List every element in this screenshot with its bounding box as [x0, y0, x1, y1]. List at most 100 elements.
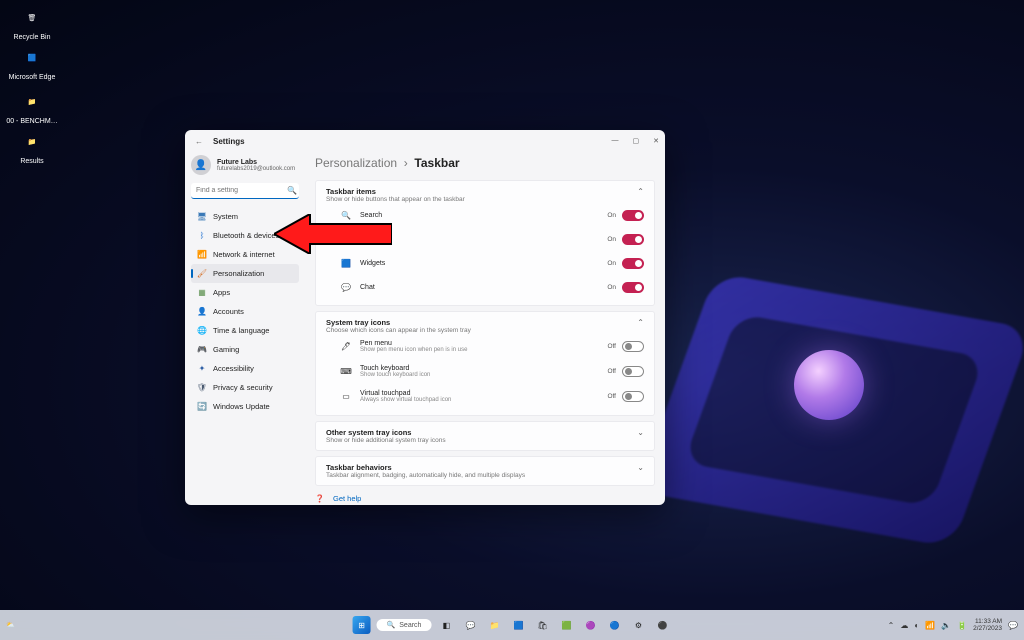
app-button-4[interactable]: ⚫ [653, 616, 671, 634]
setting-row: ▭ Virtual touchpad Always show virtual t… [326, 384, 644, 409]
chevron-up-icon: ⌃ [637, 187, 644, 196]
setting-row: ◧ On [326, 227, 644, 251]
desktop-icon[interactable]: 🟦 Microsoft Edge [2, 44, 62, 81]
taskbar-search[interactable]: 🔍 Search [377, 619, 432, 631]
sidebar-item-apps[interactable]: ▦ Apps [191, 283, 299, 302]
task-view-button[interactable]: ◧ [437, 616, 455, 634]
volume-icon[interactable]: 🔈 [941, 621, 951, 630]
nav-icon: 👤 [197, 307, 207, 317]
sidebar-item-label: Personalization [213, 269, 264, 278]
start-button[interactable]: ⊞ [353, 616, 371, 634]
desktop-icon[interactable]: 🗑 Recycle Bin [2, 4, 62, 41]
sidebar-item-gaming[interactable]: 🎮 Gaming [191, 340, 299, 359]
settings-button[interactable]: ⚙ [629, 616, 647, 634]
desktop-icon-glyph: 🟦 [18, 44, 46, 72]
desktop-icon-glyph: 📁 [18, 128, 46, 156]
edge-button[interactable]: 🟦 [509, 616, 527, 634]
tray-chevron-icon[interactable]: ⌃ [888, 621, 895, 630]
search-box[interactable]: 🔍 [191, 183, 299, 199]
sidebar-item-privacy-security[interactable]: 🛡 Privacy & security [191, 378, 299, 397]
sidebar-item-accessibility[interactable]: ✦ Accessibility [191, 359, 299, 378]
sidebar-item-label: Time & language [213, 326, 269, 335]
sidebar-item-network-internet[interactable]: 📶 Network & internet [191, 245, 299, 264]
sidebar-item-personalization[interactable]: 🖌 Personalization [191, 264, 299, 283]
store-button[interactable]: 🛍 [533, 616, 551, 634]
help-icon: ❓ [315, 494, 325, 503]
toggle-state: On [607, 236, 616, 243]
sidebar-item-label: System [213, 212, 238, 221]
battery-icon[interactable]: 🔋 [957, 621, 967, 630]
tray-app-icon[interactable]: ◐ [914, 621, 919, 630]
toggle[interactable] [622, 282, 644, 293]
breadcrumb: Personalization › Taskbar [315, 156, 655, 170]
sidebar-item-system[interactable]: 🖥 System [191, 207, 299, 226]
chevron-down-icon: ⌄ [637, 463, 644, 472]
breadcrumb-current: Taskbar [414, 156, 459, 170]
setting-row: ⌨ Touch keyboard Show touch keyboard ico… [326, 359, 644, 384]
minimize-button[interactable]: — [612, 137, 619, 145]
notifications-icon[interactable]: 💬 [1008, 621, 1018, 630]
row-label: Pen menu [360, 340, 467, 347]
chevron-down-icon: ⌄ [637, 428, 644, 437]
clock[interactable]: 11:33 AM 2/27/2023 [973, 618, 1002, 632]
row-icon: ◧ [340, 233, 352, 245]
app-button-2[interactable]: 🟣 [581, 616, 599, 634]
sidebar-item-accounts[interactable]: 👤 Accounts [191, 302, 299, 321]
sidebar-item-time-language[interactable]: 🌐 Time & language [191, 321, 299, 340]
row-icon: 🟦 [340, 257, 352, 269]
toggle-state: On [607, 284, 616, 291]
toggle[interactable] [622, 210, 644, 221]
sidebar-item-label: Network & internet [213, 250, 275, 259]
toggle[interactable] [622, 366, 644, 377]
setting-row: 🟦 Widgets On [326, 251, 644, 275]
row-sublabel: Always show virtual touchpad icon [360, 397, 451, 403]
account-email: futurelabs2019@outlook.com [217, 166, 295, 172]
chevron-up-icon: ⌃ [637, 318, 644, 327]
toggle[interactable] [622, 341, 644, 352]
search-input[interactable] [196, 187, 287, 194]
card-header[interactable]: Taskbar items Show or hide buttons that … [326, 187, 644, 203]
nav-icon: 🖥 [197, 212, 207, 222]
get-help-link[interactable]: ❓ Get help [315, 491, 655, 505]
chat-button[interactable]: 💬 [461, 616, 479, 634]
card-header[interactable]: System tray icons Choose which icons can… [326, 318, 644, 334]
nav-icon: ᛒ [197, 231, 207, 241]
card-taskbar-items: Taskbar items Show or hide buttons that … [315, 180, 655, 306]
row-icon: 🔍 [340, 209, 352, 221]
sidebar-item-label: Gaming [213, 345, 239, 354]
system-tray[interactable]: ⌃ ☁ ◐ 📶 🔈 🔋 11:33 AM 2/27/2023 💬 [888, 618, 1024, 632]
app-button-3[interactable]: 🔵 [605, 616, 623, 634]
toggle[interactable] [622, 234, 644, 245]
sidebar-item-bluetooth-devices[interactable]: ᛒ Bluetooth & devices [191, 226, 299, 245]
breadcrumb-parent[interactable]: Personalization › [315, 156, 411, 170]
back-button[interactable]: ← [191, 137, 207, 146]
maximize-button[interactable]: ▢ [633, 137, 640, 145]
sidebar-item-windows-update[interactable]: 🔄 Windows Update [191, 397, 299, 416]
app-button-1[interactable]: 🟩 [557, 616, 575, 634]
nav-icon: 🎮 [197, 345, 207, 355]
desktop-icon[interactable]: 📁 00 - BENCHM… [2, 88, 62, 125]
desktop-icon[interactable]: 📁 Results [2, 128, 62, 165]
setting-row: 🔍 Search On [326, 203, 644, 227]
main-pane: Personalization › Taskbar Taskbar items … [305, 152, 665, 505]
explorer-button[interactable]: 📁 [485, 616, 503, 634]
card-behaviors[interactable]: Taskbar behaviors Taskbar alignment, bad… [315, 456, 655, 486]
row-icon: ▭ [340, 391, 352, 403]
account-name: Future Labs [217, 159, 295, 166]
row-label: Chat [360, 284, 375, 291]
weather-widget[interactable]: ⛅ [6, 621, 15, 629]
search-icon: 🔍 [287, 186, 297, 195]
toggle[interactable] [622, 258, 644, 269]
card-other-tray[interactable]: Other system tray icons Show or hide add… [315, 421, 655, 451]
onedrive-icon[interactable]: ☁ [900, 621, 908, 630]
wallpaper-orb [794, 350, 864, 420]
close-button[interactable]: ✕ [653, 137, 659, 145]
toggle[interactable] [622, 391, 644, 402]
toggle-state: Off [607, 393, 616, 400]
desktop-icon-label: Recycle Bin [2, 34, 62, 41]
desktop-icon-label: 00 - BENCHM… [2, 118, 62, 125]
wifi-icon[interactable]: 📶 [925, 621, 935, 630]
account-block[interactable]: 👤 Future Labs futurelabs2019@outlook.com [191, 155, 299, 175]
desktop-icon-glyph: 📁 [18, 88, 46, 116]
settings-window: ← Settings — ▢ ✕ 👤 Future Labs futurelab… [185, 130, 665, 505]
